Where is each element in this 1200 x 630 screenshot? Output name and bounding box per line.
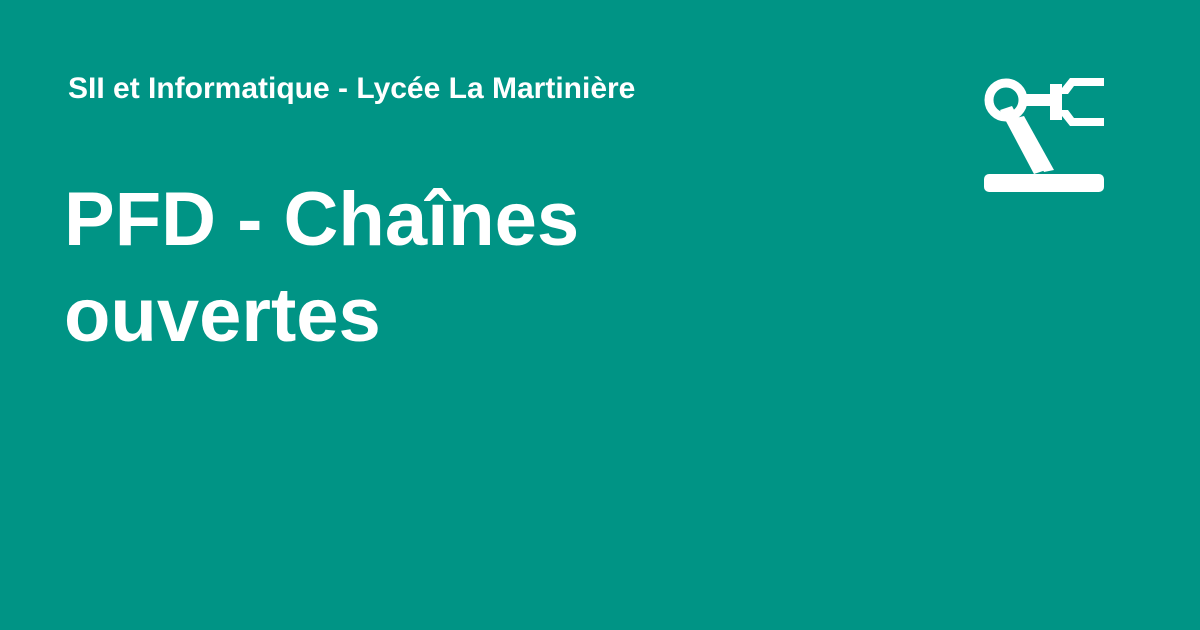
robot-gripper-jaws xyxy=(1062,78,1104,126)
robot-base xyxy=(984,174,1104,192)
robot-arm-icon xyxy=(980,66,1108,194)
page-title: PFD - Chaînes ouvertes xyxy=(64,177,580,358)
social-card: SII et Informatique - Lycée La Martinièr… xyxy=(0,0,1200,630)
site-name: SII et Informatique - Lycée La Martinièr… xyxy=(68,72,636,105)
robot-upper-arm xyxy=(1022,94,1052,106)
robot-gripper-body xyxy=(1050,84,1062,120)
